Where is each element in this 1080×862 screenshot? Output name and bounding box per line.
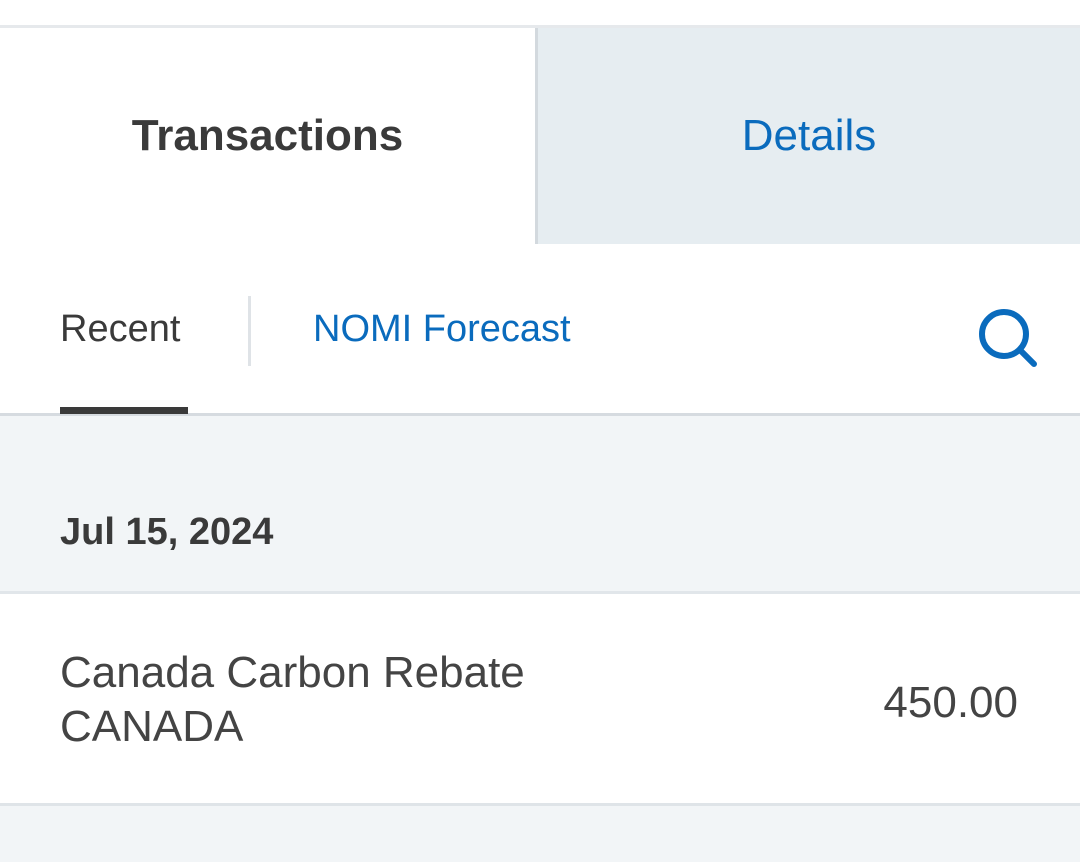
main-tab-bar: Transactions Details <box>0 28 1080 244</box>
tab-transactions-label: Transactions <box>131 111 404 160</box>
transaction-description-line1: Canada Carbon Rebate <box>60 648 525 697</box>
transaction-amount: 450.00 <box>883 678 1018 727</box>
transaction-description: Canada Carbon Rebate CANADA <box>60 646 760 754</box>
tab-details[interactable]: Details <box>538 28 1080 244</box>
active-subtab-indicator <box>60 407 188 414</box>
transaction-date: Jul 15, 2024 <box>60 511 274 553</box>
sub-tab-bar: Recent NOMI Forecast <box>0 244 1080 416</box>
transaction-description-line2: CANADA <box>60 702 244 751</box>
date-group-header: Jul 15, 2024 <box>0 416 1080 594</box>
top-strip <box>0 0 1080 28</box>
subtab-nomi-forecast[interactable]: NOMI Forecast <box>313 308 571 358</box>
subtab-divider <box>248 296 251 366</box>
list-background <box>0 806 1080 862</box>
account-transactions-screen: Transactions Details Recent NOMI Forecas… <box>0 0 1080 862</box>
search-icon <box>979 309 1037 367</box>
subtab-recent[interactable]: Recent <box>60 308 180 358</box>
tab-transactions[interactable]: Transactions <box>0 28 538 244</box>
search-button[interactable] <box>972 302 1042 372</box>
tab-details-label: Details <box>741 111 877 160</box>
transaction-row[interactable]: Canada Carbon Rebate CANADA 450.00 <box>0 594 1080 806</box>
